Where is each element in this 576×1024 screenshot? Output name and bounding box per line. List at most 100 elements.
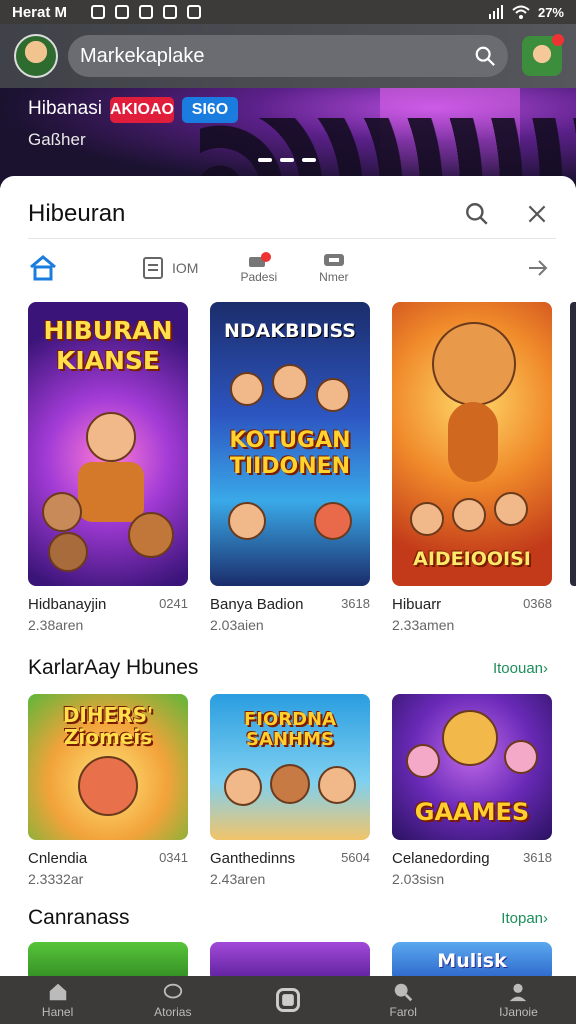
hero-banner[interactable]: Hibanasi AKIOAO SI6O Gaßher [0, 88, 576, 188]
game-meta: 2.43aren [210, 871, 266, 887]
divider [28, 238, 556, 239]
game-thumbnail: GAAMES [392, 694, 552, 840]
game-art-title: NDAKBIDISS [223, 320, 356, 342]
game-meta: 2.38aren [28, 617, 84, 633]
category-sheet: Hibeuran IOM Padesi Nmer HIBURAN KIANSE [0, 176, 576, 976]
nav-label: Atorias [154, 1005, 192, 1019]
game-card[interactable] [210, 942, 370, 976]
tab-home[interactable] [28, 254, 58, 282]
game-count: 3618 [341, 596, 370, 611]
game-meta: 2.3332ar [28, 871, 84, 887]
nav-label: Hanel [41, 1005, 74, 1019]
game-thumbnail [210, 942, 370, 976]
close-icon[interactable] [524, 201, 550, 227]
status-bar: Herat M 27% [0, 0, 576, 24]
hero-badge-blue: SI6O [182, 97, 238, 123]
tab-nmer[interactable]: Nmer [319, 252, 349, 284]
game-card[interactable] [28, 942, 188, 976]
tab-list[interactable]: IOM [142, 256, 198, 280]
game-thumbnail: Mulisk [392, 942, 552, 976]
game-meta: 2.03sisn [392, 871, 445, 887]
game-count: 5604 [341, 850, 370, 865]
square-icon [276, 988, 300, 1012]
game-art-title: KOTUGAN TIIDONEN [229, 428, 351, 479]
sheet-title: Hibeuran [28, 200, 126, 227]
game-count: 0368 [523, 596, 552, 611]
wifi-icon [512, 5, 530, 19]
hero-badge-red: AKIOAO [110, 97, 174, 123]
game-meta: 2.33amen [392, 617, 455, 633]
game-card[interactable]: DIHERS' Ziomeis Cnlendia 0341 2.3332ar [28, 694, 188, 887]
circle-icon [163, 983, 182, 999]
game-thumbnail: DIHERS' Ziomeis [28, 694, 188, 840]
section-title: Canranass [28, 906, 130, 929]
notification-icon [187, 5, 202, 19]
search-bar[interactable]: Markekaplake [68, 35, 508, 77]
games-row: Mulisk [28, 942, 552, 976]
game-thumbnail: AIDEIOOISI [392, 302, 552, 586]
game-name: Hibuarr [392, 596, 442, 613]
top-bar: Markekaplake [0, 24, 576, 88]
search-icon[interactable] [474, 45, 496, 67]
nav-search[interactable]: Farol [346, 976, 461, 1024]
game-name: Hidbanayjin [28, 596, 107, 613]
game-thumbnail: FIORDNA SANHMS [210, 694, 370, 840]
game-name: Ganthedinns [210, 850, 296, 867]
home-icon [49, 983, 66, 1001]
game-card[interactable]: AIDEIOOISI Hibuarr 0368 2.33amen [392, 302, 552, 633]
game-card[interactable]: Mulisk [392, 942, 552, 976]
profile-icon[interactable] [522, 34, 564, 76]
nav-label: Farol [389, 1005, 417, 1019]
game-art-title: GAAMES [414, 798, 530, 826]
game-art-title: AIDEIOOISI [413, 548, 531, 570]
list-icon [143, 257, 163, 279]
section-title: KarlarAay Hbunes [28, 656, 199, 679]
game-card[interactable]: GAAMES Celanedording 3618 2.03sisn [392, 694, 552, 887]
hero-subtitle: Gaßher [28, 130, 86, 149]
game-thumbnail: HIBURAN KIANSE [28, 302, 188, 586]
user-icon [510, 983, 527, 1002]
game-name: Banya Badion [210, 596, 304, 613]
tab-label: Nmer [319, 270, 349, 284]
game-art-title: FIORDNA SANHMS [243, 709, 337, 750]
game-thumbnail [28, 942, 188, 976]
signal-icon [488, 5, 503, 19]
game-count: 0241 [159, 596, 188, 611]
home-icon [30, 255, 56, 281]
notification-icon [139, 5, 154, 19]
game-card[interactable]: HIBURAN KIANSE Hidbanayjin 0241 2.38aren [28, 302, 188, 633]
see-all-link[interactable]: Itopan› [501, 910, 548, 927]
search-icon[interactable] [464, 201, 490, 227]
tab-label: IOM [172, 260, 199, 276]
tab-bar: IOM Padesi Nmer [28, 250, 550, 286]
notification-icon [91, 5, 106, 19]
battery-level: 27% [537, 4, 564, 20]
arrow-right-icon[interactable] [526, 256, 550, 280]
search-input[interactable]: Markekaplake [80, 45, 474, 68]
bottom-nav: Hanel Atorias Farol IJanoie [0, 976, 576, 1024]
avatar[interactable] [14, 34, 58, 78]
hero-title: Hibanasi [28, 98, 102, 119]
chat-icon [323, 254, 344, 266]
game-art-title: HIBURAN KIANSE [43, 316, 173, 375]
see-all-link[interactable]: Itoouan› [493, 660, 548, 677]
nav-profile[interactable]: IJanoie [461, 976, 576, 1024]
game-card[interactable]: FIORDNA SANHMS Ganthedinns 5604 2.43aren [210, 694, 370, 887]
notification-icon [115, 5, 130, 19]
game-art-title: DIHERS' Ziomeis [62, 703, 154, 749]
notification-dot [552, 34, 564, 46]
game-count: 3618 [523, 850, 552, 865]
game-card[interactable]: NDAKBIDISS KOTUGAN TIIDONEN Banya Badion… [210, 302, 370, 633]
carousel-dots[interactable] [258, 158, 316, 162]
nav-activities[interactable]: Atorias [115, 976, 230, 1024]
nav-home[interactable]: Hanel [0, 976, 115, 1024]
status-time: Herat M [12, 3, 68, 21]
game-art-title: Mulisk [437, 950, 507, 972]
tab-padesi[interactable]: Padesi [240, 252, 277, 284]
tab-label: Padesi [240, 270, 278, 284]
notification-icons [91, 5, 488, 19]
sheet-header: Hibeuran [28, 198, 550, 230]
nav-center[interactable] [230, 976, 345, 1024]
game-name: Cnlendia [28, 850, 88, 867]
search-icon [394, 983, 413, 1002]
